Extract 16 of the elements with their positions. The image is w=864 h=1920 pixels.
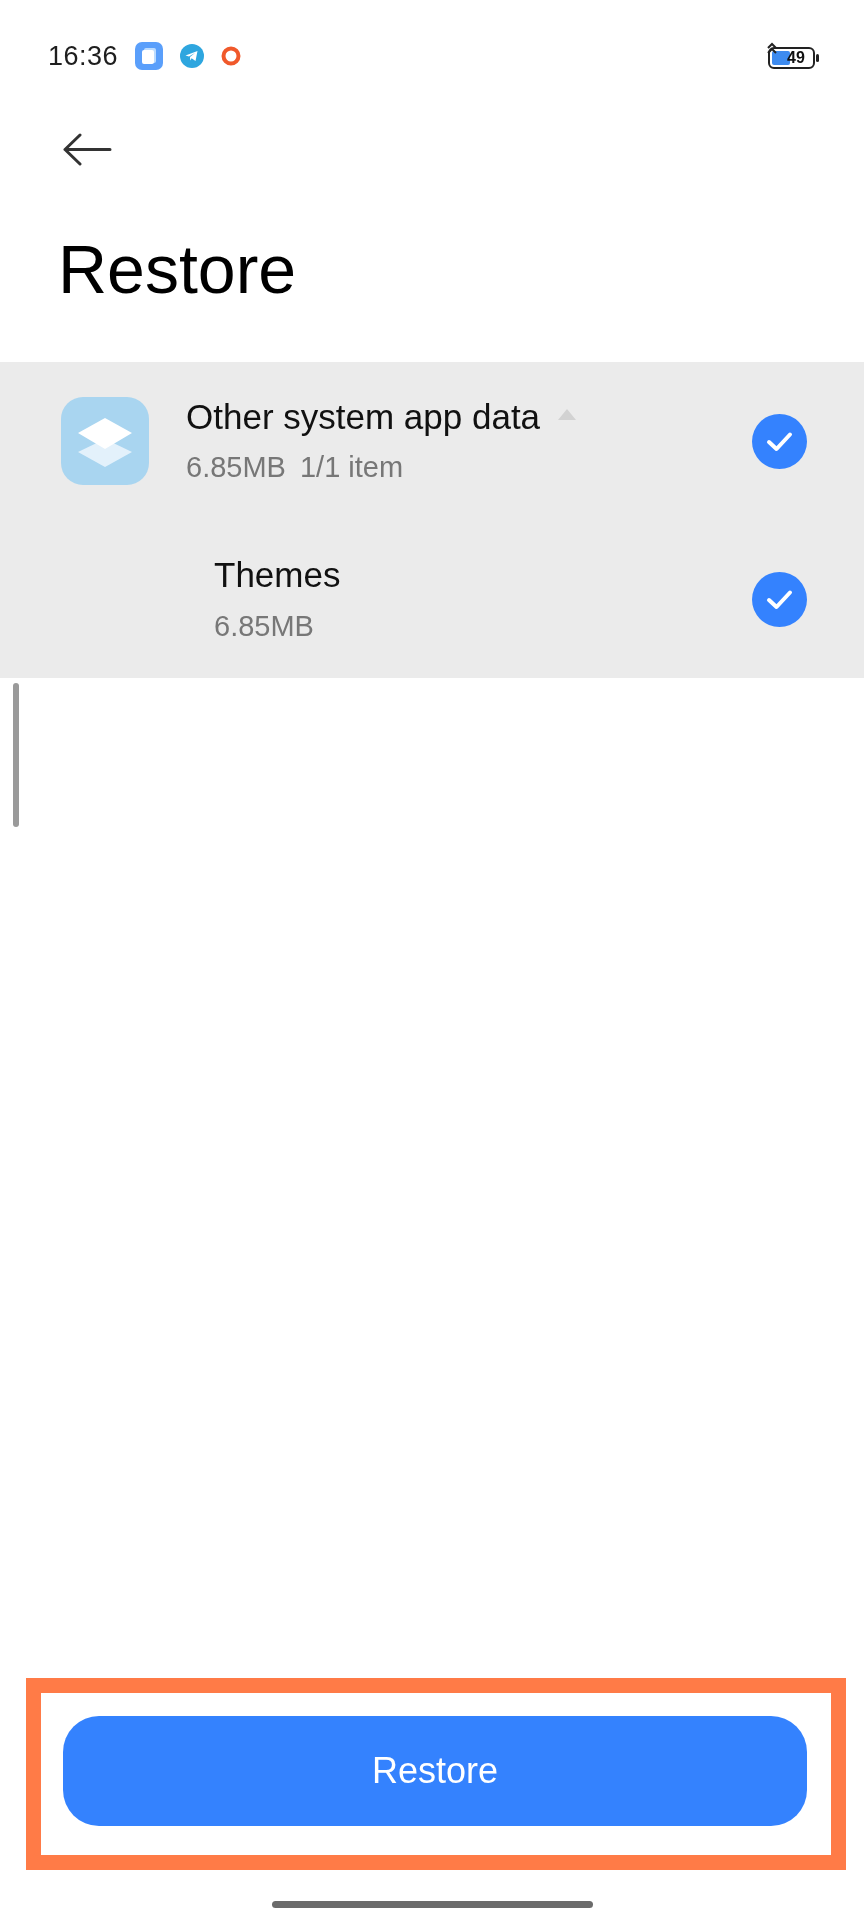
back-button[interactable] bbox=[63, 133, 112, 166]
group-name: Other system app data bbox=[186, 396, 541, 438]
document-app-icon bbox=[135, 42, 164, 70]
paper-plane-icon bbox=[180, 44, 205, 68]
checked-circle-icon[interactable] bbox=[752, 413, 807, 469]
layers-app-icon bbox=[61, 397, 149, 485]
size-text: 6.85MB bbox=[186, 450, 286, 485]
status-time: 16:36 bbox=[48, 40, 119, 72]
item-name: Themes bbox=[214, 553, 341, 596]
restore-button[interactable]: Restore bbox=[63, 1716, 807, 1826]
item-count-text: 1/1 item bbox=[299, 450, 404, 485]
checked-circle-icon[interactable] bbox=[752, 571, 807, 627]
back-arrow-icon bbox=[63, 133, 112, 166]
page-title: Restore bbox=[58, 235, 297, 303]
ring-icon bbox=[221, 46, 242, 66]
size-text: 6.85MB bbox=[214, 608, 314, 644]
